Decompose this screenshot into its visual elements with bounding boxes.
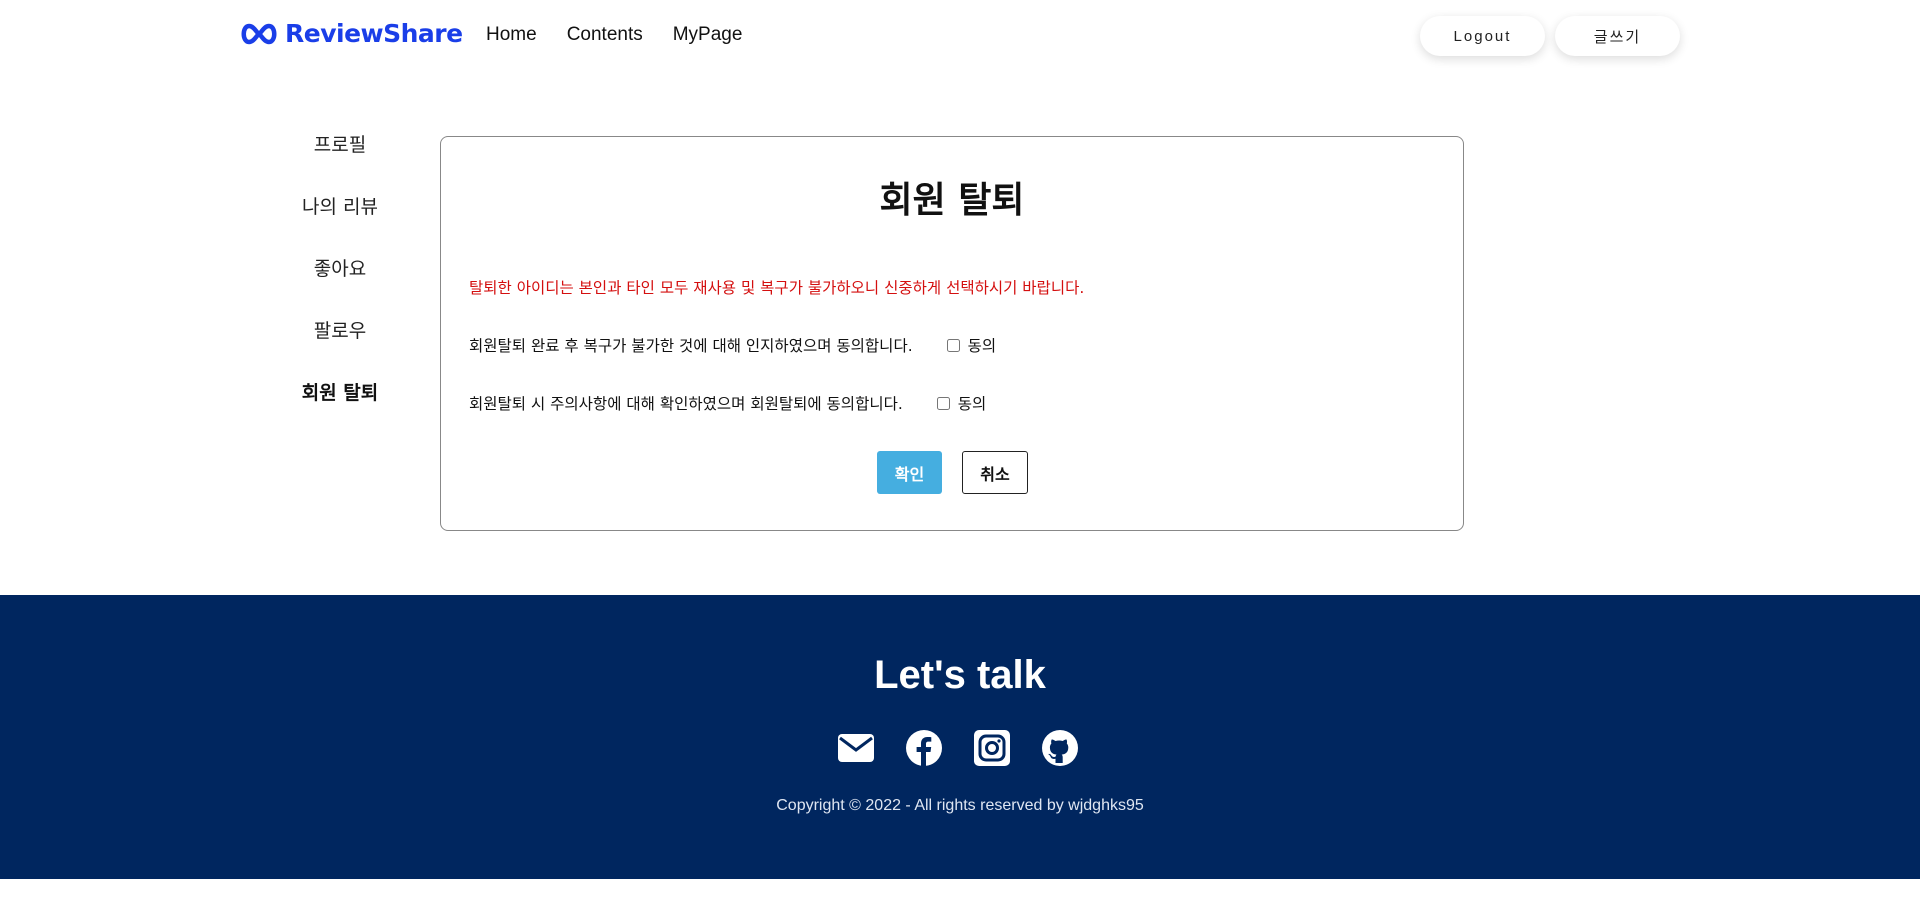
agree-checkbox-label[interactable]: 동의 bbox=[936, 392, 987, 414]
agree-label: 동의 bbox=[967, 337, 997, 355]
site-footer: Let's talk Copyright © 2022 - All rights… bbox=[0, 595, 1920, 879]
main-nav: Home Contents MyPage bbox=[486, 24, 742, 46]
nav-contents[interactable]: Contents bbox=[567, 24, 643, 46]
mypage-sidebar: 프로필 나의 리뷰 좋아요 팔로우 회원 탈퇴 bbox=[290, 130, 390, 440]
site-header: ReviewShare Home Contents MyPage Logout … bbox=[0, 0, 1920, 72]
github-icon[interactable] bbox=[1042, 730, 1078, 766]
agree-checkbox-1[interactable] bbox=[946, 338, 960, 352]
page-title: 회원 탈퇴 bbox=[879, 180, 1025, 221]
facebook-icon[interactable] bbox=[906, 730, 942, 766]
agreement-text: 회원탈퇴 시 주의사항에 대해 확인하였으며 회원탈퇴에 동의합니다. bbox=[469, 395, 903, 413]
logo-text: ReviewShare bbox=[285, 19, 463, 48]
agree-label: 동의 bbox=[957, 395, 987, 413]
warning-text: 탈퇴한 아이디는 본인과 타인 모두 재사용 및 복구가 불가하오니 신중하게 … bbox=[469, 279, 1085, 297]
logout-button[interactable]: Logout bbox=[1420, 16, 1545, 56]
sidebar-item-my-reviews[interactable]: 나의 리뷰 bbox=[290, 192, 390, 254]
cancel-button[interactable]: 취소 bbox=[962, 451, 1028, 494]
footer-title: Let's talk bbox=[874, 653, 1046, 697]
agreement-text: 회원탈퇴 완료 후 복구가 불가한 것에 대해 인지하였으며 동의합니다. bbox=[469, 337, 913, 355]
sidebar-item-likes[interactable]: 좋아요 bbox=[290, 254, 390, 316]
instagram-icon[interactable] bbox=[974, 730, 1010, 766]
agree-checkbox-2[interactable] bbox=[936, 396, 950, 410]
sidebar-item-follow[interactable]: 팔로우 bbox=[290, 316, 390, 378]
agree-checkbox-label[interactable]: 동의 bbox=[946, 334, 997, 356]
confirm-button[interactable]: 확인 bbox=[877, 451, 942, 494]
logo[interactable]: ReviewShare bbox=[239, 19, 463, 48]
nav-home[interactable]: Home bbox=[486, 24, 537, 46]
copyright-text: Copyright © 2022 - All rights reserved b… bbox=[776, 797, 1144, 814]
write-button[interactable]: 글쓰기 bbox=[1555, 16, 1680, 56]
social-links bbox=[838, 730, 1078, 766]
infinity-icon bbox=[241, 23, 277, 44]
nav-mypage[interactable]: MyPage bbox=[673, 24, 743, 46]
agreement-row: 회원탈퇴 시 주의사항에 대해 확인하였으며 회원탈퇴에 동의합니다. 동의 bbox=[469, 392, 986, 414]
agreement-row: 회원탈퇴 완료 후 복구가 불가한 것에 대해 인지하였으며 동의합니다. 동의 bbox=[469, 334, 996, 356]
withdraw-card: 회원 탈퇴 탈퇴한 아이디는 본인과 타인 모두 재사용 및 복구가 불가하오니… bbox=[440, 136, 1464, 531]
mail-icon[interactable] bbox=[838, 730, 874, 766]
sidebar-item-profile[interactable]: 프로필 bbox=[290, 130, 390, 192]
sidebar-item-withdraw[interactable]: 회원 탈퇴 bbox=[290, 378, 390, 440]
